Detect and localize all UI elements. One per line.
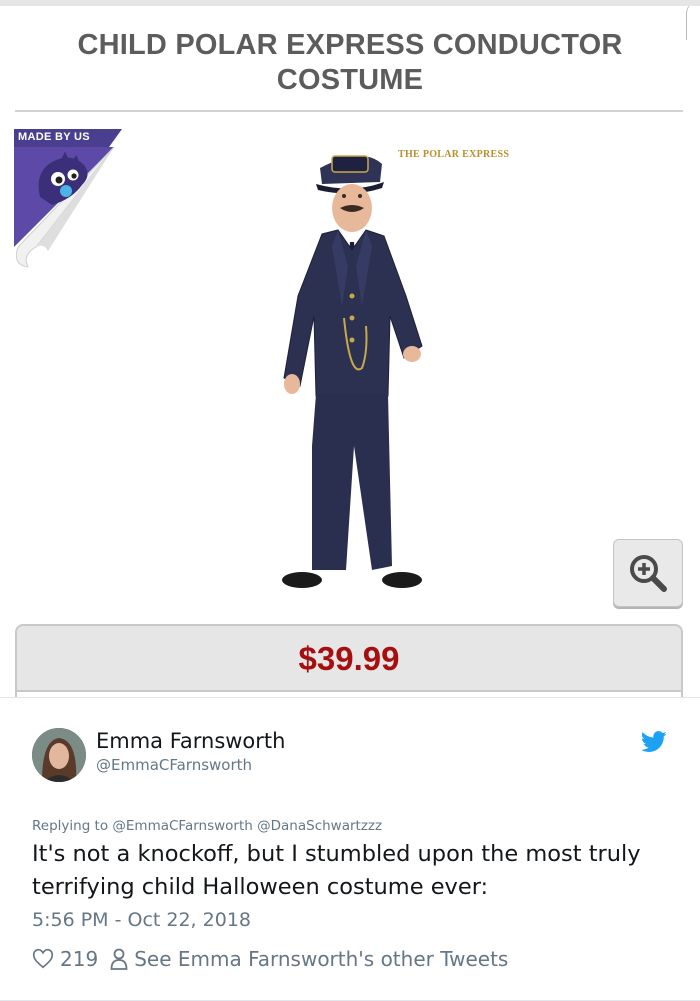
product-card: CHILD POLAR EXPRESS CONDUCTOR COSTUME MA…	[0, 0, 700, 697]
badge-text: MADE BY US	[18, 131, 90, 143]
twitter-bird-icon[interactable]	[641, 731, 667, 753]
replying-to[interactable]: Replying to @EmmaCFarnsworth @DanaSchwar…	[32, 818, 382, 834]
monster-mascot-icon	[38, 151, 88, 205]
like-count[interactable]: 219	[60, 947, 98, 971]
person-icon	[110, 948, 128, 970]
made-by-us-badge: MADE BY US	[14, 129, 124, 269]
product-title: CHILD POLAR EXPRESS CONDUCTOR COSTUME	[77, 29, 623, 96]
product-image[interactable]	[272, 146, 452, 601]
author-name[interactable]: Emma Farnsworth	[96, 729, 285, 753]
price: $39.99	[298, 640, 400, 677]
price-bar: $39.99	[15, 624, 683, 692]
title-divider	[15, 110, 683, 112]
zoom-button[interactable]	[613, 539, 683, 607]
tweet-actions: 219 See Emma Farnsworth's other Tweets	[32, 945, 508, 973]
tweet-timestamp[interactable]: 5:56 PM - Oct 22, 2018	[32, 909, 251, 931]
author-handle[interactable]: @EmmaCFarnsworth	[96, 756, 252, 774]
page-fold	[686, 6, 700, 40]
zoom-in-icon	[630, 555, 667, 592]
tweet-text: It's not a knockoff, but I stumbled upon…	[32, 841, 641, 900]
avatar-image	[32, 728, 86, 782]
embedded-tweet: Emma Farnsworth @EmmaCFarnsworth Replyin…	[0, 697, 700, 1001]
avatar[interactable]	[32, 728, 86, 782]
heart-icon[interactable]	[32, 948, 54, 970]
other-tweets-link[interactable]: See Emma Farnsworth's other Tweets	[134, 947, 508, 971]
